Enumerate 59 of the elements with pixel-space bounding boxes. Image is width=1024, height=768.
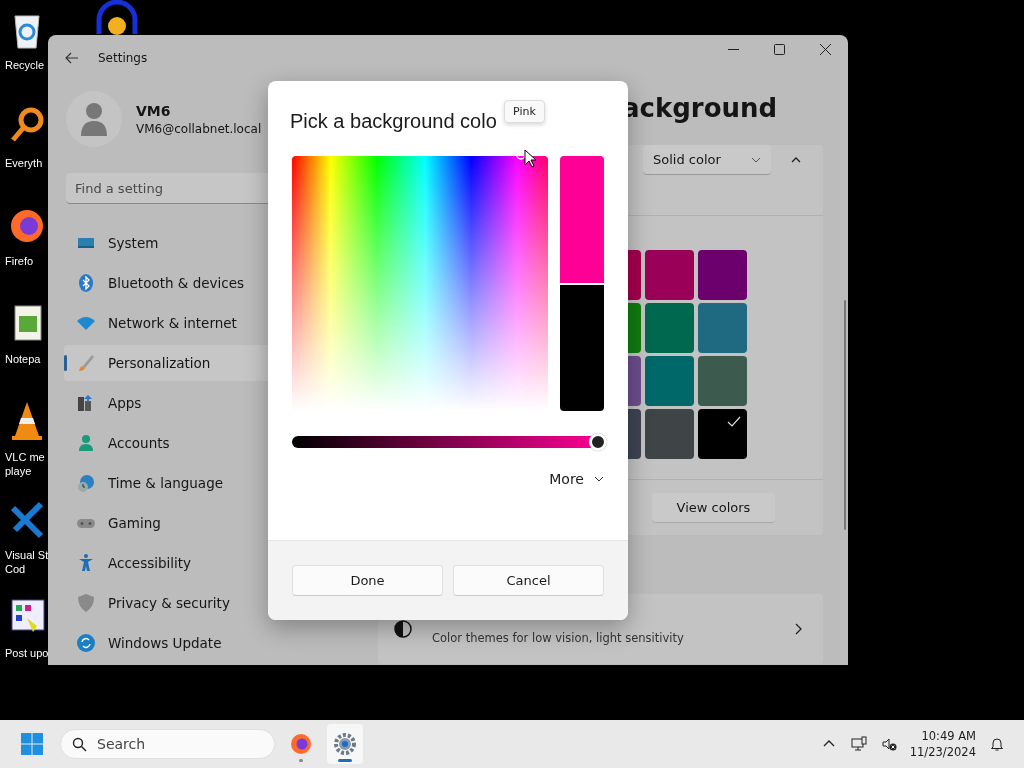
brush-icon (76, 353, 96, 373)
color-swatch[interactable] (698, 356, 747, 406)
contrast-description: Color themes for low vision, light sensitivity (432, 631, 684, 645)
close-icon (819, 44, 831, 55)
mouse-cursor-icon (524, 149, 536, 168)
desktop-icon-label: Everyth (5, 156, 43, 170)
desktop-icon-label: Recycle (5, 58, 45, 72)
brightness-slider[interactable] (292, 433, 604, 451)
checkmark-icon (727, 415, 741, 429)
search-icon (72, 737, 87, 752)
headset-icon[interactable] (95, 0, 139, 36)
color-swatch[interactable] (645, 409, 694, 459)
nav-item[interactable]: Network & internet (64, 305, 360, 341)
user-email: VM6@collabnet.local (136, 121, 262, 136)
color-swatch[interactable] (698, 250, 747, 300)
update-icon (76, 633, 96, 653)
chevron-down-icon (594, 475, 604, 483)
nav-item[interactable]: Apps (64, 385, 360, 421)
shield-icon (76, 593, 96, 613)
color-swatch[interactable] (645, 356, 694, 406)
accounts-icon (76, 433, 96, 453)
browser-icon (289, 732, 313, 756)
bluetooth-icon (76, 273, 96, 293)
dialog-button[interactable]: Cancel (453, 565, 604, 596)
background-type-dropdown[interactable]: Solid color (643, 145, 771, 175)
nav-item[interactable]: Windows Update (64, 625, 360, 661)
window-title: Settings (98, 50, 148, 65)
clock[interactable]: 10:49 AM 11/23/2024 (903, 728, 982, 760)
dialog-button[interactable]: Done (292, 565, 443, 596)
start-button[interactable] (20, 732, 44, 756)
dialog-title: Pick a background colo (290, 109, 497, 134)
user-name: VM6 (136, 102, 172, 119)
color-swatch[interactable] (698, 303, 747, 353)
time-icon (76, 473, 96, 493)
desktop-icon-label: Notepa (5, 352, 41, 366)
scrollbar[interactable] (844, 300, 846, 530)
gear-icon (333, 732, 357, 756)
slider-thumb[interactable] (588, 433, 607, 451)
desktop-icon-label: Cod (5, 562, 26, 576)
more-button[interactable]: More (549, 471, 604, 487)
tooltip: Pink (504, 100, 545, 123)
color-swatch[interactable] (698, 409, 747, 459)
desktop-icon-label: playe (5, 464, 32, 478)
desktop-icon-label: Post upo (5, 646, 49, 660)
color-swatch[interactable] (645, 303, 694, 353)
maximize-icon (773, 44, 785, 55)
contrast-icon (394, 620, 412, 638)
desktop-icon-label: VLC me (5, 450, 45, 464)
desktop-icon-label: Firefo (5, 254, 34, 268)
page-title: ackground (622, 92, 779, 125)
color-swatch[interactable] (645, 250, 694, 300)
taskbar-search-field[interactable]: Search (60, 729, 275, 759)
desktop-icon-label: Visual St (5, 548, 49, 562)
nav-item[interactable]: Accounts (64, 425, 360, 461)
back-arrow-icon[interactable] (65, 51, 79, 64)
windows-logo-icon (20, 732, 44, 756)
chevron-up-icon (791, 155, 801, 165)
taskbar-app-button[interactable] (327, 724, 363, 764)
view-colors-button[interactable]: View colors (652, 492, 775, 523)
